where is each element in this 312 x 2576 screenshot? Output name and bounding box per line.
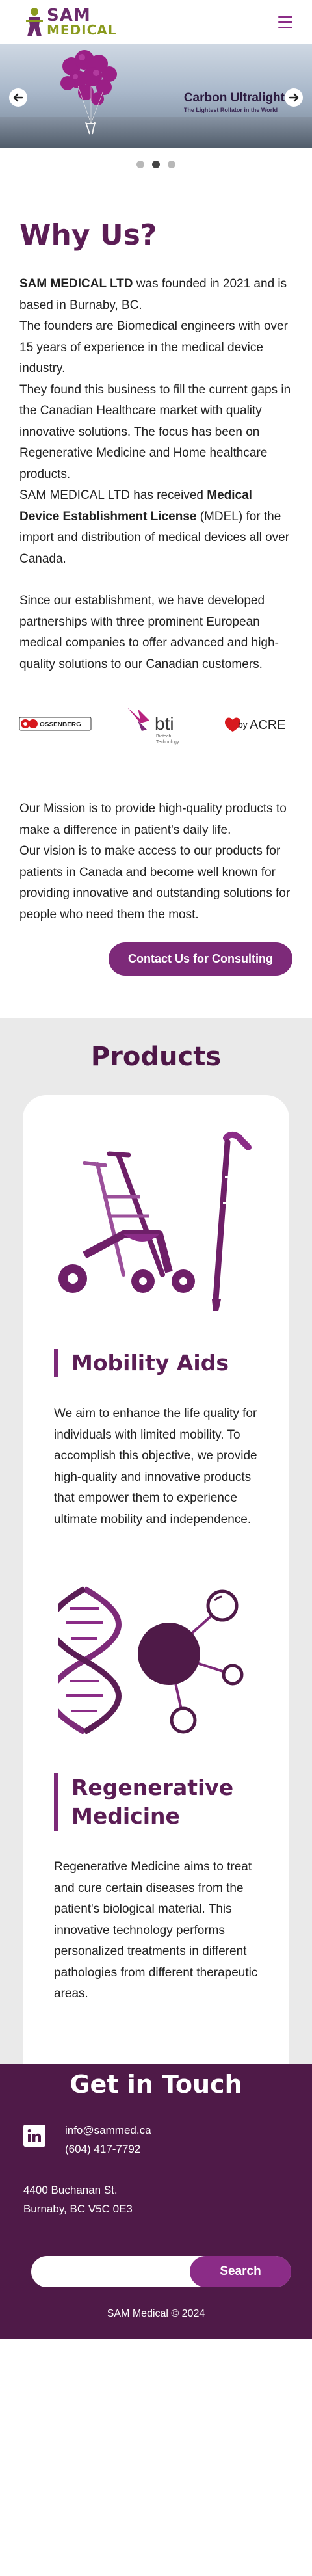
- arrow-right-icon: [289, 93, 299, 102]
- logo[interactable]: SAM MEDICAL: [25, 7, 117, 38]
- footer-contact: info@sammed.ca (604) 417-7792: [23, 2121, 289, 2158]
- slide-title: Carbon Ultralight: [183, 91, 285, 105]
- partner-logo-bti[interactable]: bti Biotech Technology: [121, 701, 192, 747]
- dna-molecule-icon: [58, 1586, 244, 1734]
- mission-statement: Our Mission is to provide high-quality p…: [20, 802, 287, 837]
- svg-text:Biotech: Biotech: [156, 734, 171, 739]
- product-image-regenerative: [42, 1582, 270, 1745]
- search-input[interactable]: [31, 2255, 194, 2287]
- svg-text:bti: bti: [155, 713, 174, 734]
- hamburger-menu-icon[interactable]: [278, 16, 292, 28]
- arrow-left-icon: [13, 93, 23, 102]
- carousel-dot-1[interactable]: [136, 161, 144, 168]
- why-us-partnerships: Since our establishment, we have develop…: [20, 594, 279, 671]
- products-heading: Products: [90, 1042, 222, 1072]
- svg-text:ACRE: ACRE: [250, 718, 286, 732]
- hero-carousel: Carbon Ultralight The Lightest Rollator …: [0, 44, 312, 148]
- carousel-background: [0, 117, 312, 148]
- why-us-license: SAM MEDICAL LTD has received Medical Dev…: [20, 488, 290, 566]
- copyright: SAM Medical © 2024: [107, 2307, 205, 2319]
- carousel-dot-2[interactable]: [152, 161, 160, 168]
- footer-email-link[interactable]: info@sammed.ca: [65, 2121, 151, 2140]
- slide-subtitle: The Lightest Rollator in the World: [183, 107, 278, 113]
- footer-address: 4400 Buchanan St. Burnaby, BC V5C 0E3: [23, 2183, 133, 2215]
- vision-statement: Our vision is to make access to our prod…: [20, 844, 291, 922]
- balloon-rollator-image: [60, 50, 117, 135]
- acre-logo-icon: by ACRE: [225, 717, 286, 732]
- carousel-next-button[interactable]: [285, 88, 303, 107]
- product-desc-regenerative: Regenerative Medicine aims to treat and …: [54, 1860, 258, 2000]
- logo-line2: MEDICAL: [47, 21, 117, 38]
- company-name: SAM MEDICAL LTD: [20, 277, 133, 291]
- contact-consulting-button[interactable]: Contact Us for Consulting: [109, 942, 292, 976]
- why-us-intro: SAM MEDICAL LTD was founded in 2021 and …: [20, 277, 287, 312]
- product-title-regenerative: Regenerative Medicine: [54, 1773, 270, 1831]
- why-us-focus: They found this business to fill the cur…: [20, 382, 291, 481]
- products-section: Products Mobility Aids We aim to enhance…: [0, 1018, 312, 2064]
- product-image-mobility: [42, 1125, 270, 1320]
- bti-logo-icon: bti Biotech Technology: [127, 708, 179, 745]
- search-button[interactable]: Search: [190, 2255, 291, 2287]
- carousel-prev-button[interactable]: [9, 88, 27, 107]
- footer-heading: Get in Touch: [70, 2069, 242, 2099]
- product-title-mobility: Mobility Aids: [54, 1349, 270, 1377]
- svg-text:OSSENBERG: OSSENBERG: [40, 721, 81, 728]
- footer-phone-link[interactable]: (604) 417-7792: [65, 2140, 151, 2158]
- carousel-dot-3[interactable]: [168, 161, 176, 168]
- partner-logo-ossenberg[interactable]: OSSENBERG: [20, 715, 92, 732]
- footer-search: Search: [31, 2255, 291, 2287]
- why-us-section: Why Us? SAM MEDICAL LTD was founded in 2…: [0, 181, 312, 1018]
- products-card: Mobility Aids We aim to enhance the life…: [23, 1095, 289, 2064]
- logo-figure-icon: [26, 8, 43, 36]
- why-us-founders: The founders are Biomedical engineers wi…: [20, 319, 288, 375]
- linkedin-icon[interactable]: [23, 2124, 46, 2147]
- site-footer: Get in Touch info@sammed.ca (604) 417-77…: [0, 2063, 312, 2339]
- ossenberg-logo-icon: OSSENBERG: [20, 717, 92, 731]
- product-desc-mobility: We aim to enhance the life quality for i…: [54, 1407, 257, 1526]
- partner-logo-acre[interactable]: by ACRE: [221, 711, 292, 737]
- svg-text:by: by: [238, 719, 248, 730]
- svg-text:Technology: Technology: [156, 740, 179, 745]
- partner-logos: OSSENBERG bti Biotech Technology by ACRE: [20, 675, 292, 779]
- why-us-heading: Why Us?: [20, 219, 157, 252]
- site-header: SAM MEDICAL: [0, 0, 312, 44]
- rollator-cane-icon: [58, 1132, 252, 1311]
- carousel-indicators: [0, 148, 312, 181]
- slide-caption: Carbon Ultralight The Lightest Rollator …: [184, 91, 285, 113]
